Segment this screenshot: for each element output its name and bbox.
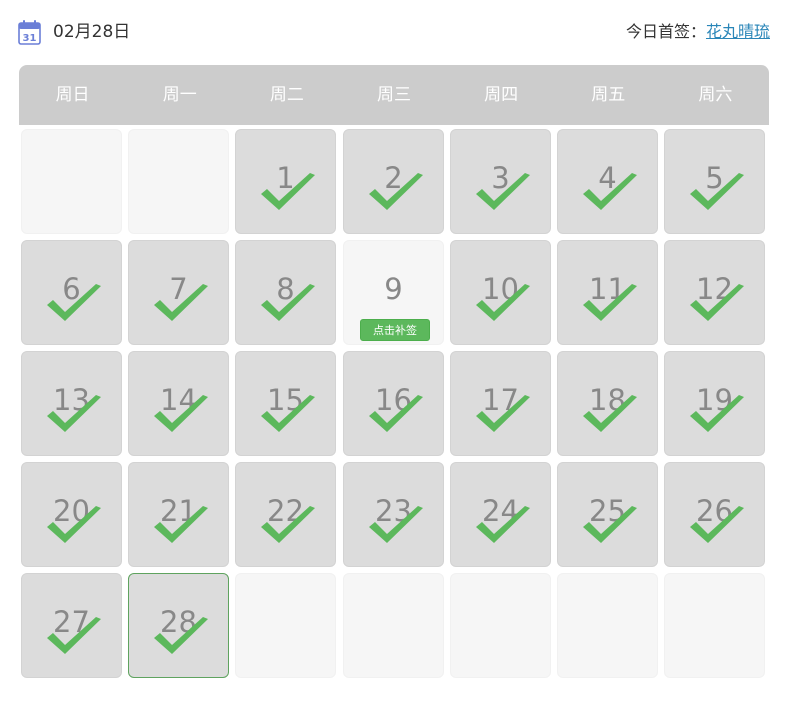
day-cell-21: 21 [128,462,229,567]
day-cell-3: 3 [450,129,551,234]
day-number: 5 [705,161,724,195]
first-sign-user-link[interactable]: 花丸晴琉 [706,22,770,41]
weekday-label: 周三 [376,85,411,105]
day-cell-16: 16 [343,351,444,456]
day-number: 26 [696,494,733,528]
day-number: 10 [482,272,519,306]
weekday-label: 周日 [55,85,90,105]
day-cell-19: 19 [664,351,765,456]
day-number: 21 [160,494,197,528]
weekday-label: 周一 [162,85,197,105]
calendar-icon: 31 [18,20,41,45]
day-number: 17 [482,383,519,417]
day-cell-22: 22 [235,462,336,567]
first-sign-info: 今日首签：花丸晴琉 [626,20,770,44]
day-cell-15: 15 [235,351,336,456]
empty-day-cell [557,573,658,678]
day-cell-6: 6 [21,240,122,345]
day-number: 16 [375,383,412,417]
day-cell-12: 12 [664,240,765,345]
weekday-label: 周四 [484,85,519,105]
day-cell-4: 4 [557,129,658,234]
day-cell-1: 1 [235,129,336,234]
day-cell-14: 14 [128,351,229,456]
day-number: 7 [169,272,188,306]
first-sign-label: 今日首签： [625,22,706,41]
day-cell-18: 18 [557,351,658,456]
weekday-label: 周六 [698,85,733,105]
calendar-grid: 1 2 3 4 5 6 7 8 9 点击补签 10 11 12 13 14 15 16 17 18 19 20 21 22 2… [21,129,767,681]
day-cell-13: 13 [21,351,122,456]
day-cell-25: 25 [557,462,658,567]
makeup-sign-button[interactable]: 点击补签 [360,319,430,341]
day-number: 18 [589,383,626,417]
day-number: 24 [482,494,519,528]
svg-text:31: 31 [23,33,37,44]
day-cell-2: 2 [343,129,444,234]
day-cell-28: 28 [128,573,229,678]
empty-day-cell [21,129,122,234]
empty-day-cell [235,573,336,678]
empty-day-cell [128,129,229,234]
day-cell-8: 8 [235,240,336,345]
day-number: 2 [384,161,403,195]
day-cell-11: 11 [557,240,658,345]
day-number: 28 [160,605,197,639]
current-date: 02月28日 [53,22,131,42]
day-cell-27: 27 [21,573,122,678]
day-number: 6 [62,272,81,306]
day-number: 1 [276,161,295,195]
day-cell-24: 24 [450,462,551,567]
day-number: 20 [53,494,90,528]
day-number: 25 [589,494,626,528]
day-cell-23: 23 [343,462,444,567]
day-number: 9 [384,272,403,306]
day-cell-9: 9 点击补签 [343,240,444,345]
day-number: 27 [53,605,90,639]
weekday-label: 周二 [269,85,304,105]
header: 31 02月28日 今日首签：花丸晴琉 [18,18,770,48]
empty-day-cell [664,573,765,678]
day-number: 11 [589,272,626,306]
day-cell-10: 10 [450,240,551,345]
day-cell-7: 7 [128,240,229,345]
day-cell-17: 17 [450,351,551,456]
empty-day-cell [343,573,444,678]
day-number: 23 [375,494,412,528]
day-cell-20: 20 [21,462,122,567]
weekday-label: 周五 [591,85,626,105]
day-number: 8 [276,272,295,306]
day-cell-26: 26 [664,462,765,567]
day-number: 22 [267,494,304,528]
empty-day-cell [450,573,551,678]
day-number: 3 [491,161,510,195]
weekday-header: 周日 周一 周二 周三 周四 周五 周六 [19,65,769,125]
day-number: 4 [598,161,617,195]
day-number: 15 [267,383,304,417]
day-number: 19 [696,383,733,417]
day-cell-5: 5 [664,129,765,234]
day-number: 12 [696,272,733,306]
day-number: 14 [160,383,197,417]
day-number: 13 [53,383,90,417]
